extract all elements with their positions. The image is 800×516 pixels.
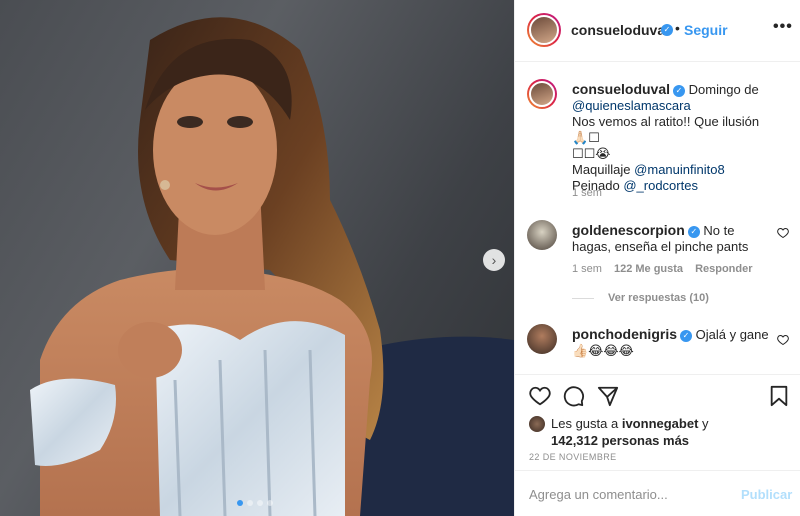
commenter-avatar[interactable] <box>527 220 557 250</box>
caption-line: Nos vemos al ratito!! Que ilusión🙏🏻☐ <box>572 114 760 145</box>
caption-line: ☐☐😭 <box>572 146 611 161</box>
comment-time[interactable]: 1 sem <box>572 263 602 275</box>
mention-link[interactable]: @manuinfinito8 <box>634 162 725 177</box>
publish-button[interactable]: Publicar <box>741 487 792 502</box>
carousel-dot <box>257 500 263 506</box>
comment-input[interactable] <box>529 483 729 505</box>
more-options-icon[interactable]: ••• <box>773 18 793 36</box>
heart-icon[interactable] <box>777 227 789 239</box>
verified-badge-icon: ✓ <box>661 24 673 36</box>
next-photo-button[interactable]: › <box>483 249 505 271</box>
caption-time[interactable]: 1 sem <box>572 187 602 199</box>
liker-avatar[interactable] <box>529 416 545 432</box>
comment-text: ponchodenigris ✓ Ojalá y gane 👍🏻😂😂😂 <box>572 326 772 359</box>
caption-line: Domingo de <box>688 82 759 97</box>
heart-icon[interactable] <box>777 334 789 346</box>
comment-composer: Publicar <box>515 470 800 516</box>
share-icon[interactable] <box>597 385 619 407</box>
likes-count[interactable]: 142,312 personas más <box>551 433 689 448</box>
view-replies-label: Ver respuestas (10) <box>608 292 709 304</box>
comment-icon[interactable] <box>563 385 585 407</box>
author-username[interactable]: consueloduval <box>571 22 669 38</box>
caption-meta: 1 sem <box>572 187 602 199</box>
verified-badge-icon: ✓ <box>673 84 686 97</box>
commenter-username[interactable]: goldenescorpion <box>572 222 685 238</box>
post-photo-illustration <box>30 17 514 516</box>
post-photo[interactable]: › <box>0 0 514 516</box>
mention-link[interactable]: @quieneslamascara <box>572 98 691 113</box>
mention-link[interactable]: @_rodcortes <box>623 178 698 193</box>
caption-line: Maquillaje <box>572 162 631 177</box>
post-date[interactable]: 22 DE NOVIEMBRE <box>529 452 617 462</box>
caption-avatar[interactable] <box>527 79 557 109</box>
commenter-username[interactable]: ponchodenigris <box>572 326 677 342</box>
replies-divider <box>572 297 594 299</box>
heart-icon[interactable] <box>529 385 551 407</box>
comments-section[interactable]: consueloduval ✓ Domingo de @quieneslamasc… <box>515 62 800 374</box>
likes-summary: Les gusta a ivonnegabet y 142,312 person… <box>529 415 709 449</box>
carousel-dot <box>247 500 253 506</box>
separator-dot: • <box>675 20 680 36</box>
comment-meta: 1 sem 122 Me gusta Responder <box>572 263 753 275</box>
caption-username[interactable]: consueloduval <box>572 81 670 97</box>
bookmark-icon[interactable] <box>769 385 789 407</box>
verified-badge-icon: ✓ <box>680 329 692 342</box>
likes-prefix: Les gusta a <box>551 416 619 431</box>
comment-likes[interactable]: 122 Me gusta <box>614 263 683 275</box>
post-actions: Les gusta a ivonnegabet y 142,312 person… <box>515 374 800 470</box>
chevron-right-icon: › <box>491 252 497 268</box>
author-avatar[interactable] <box>527 13 561 47</box>
view-replies-button[interactable]: Ver respuestas (10) <box>572 292 709 304</box>
verified-badge-icon: ✓ <box>687 225 700 238</box>
comment-text: goldenescorpion ✓ No te hagas, enseña el … <box>572 222 772 255</box>
follow-button[interactable]: Seguir <box>684 22 728 38</box>
liker-username[interactable]: ivonnegabet <box>622 416 699 431</box>
carousel-dot <box>267 500 273 506</box>
carousel-dot <box>237 500 243 506</box>
caption-text: consueloduval ✓ Domingo de @quieneslamasc… <box>572 81 772 194</box>
commenter-avatar[interactable] <box>527 324 557 354</box>
comment-body: Ojalá y gane <box>695 327 769 342</box>
post-header: consueloduval ✓ • Seguir ••• <box>515 0 800 62</box>
likes-conj: y <box>702 416 709 431</box>
likes-text: Les gusta a ivonnegabet y 142,312 person… <box>551 415 709 449</box>
carousel-indicator <box>237 500 273 506</box>
reply-button[interactable]: Responder <box>695 263 752 275</box>
comment-emoji: 👍🏻😂😂😂 <box>572 343 634 358</box>
post-sidebar: consueloduval ✓ • Seguir ••• consueloduv… <box>514 0 800 516</box>
